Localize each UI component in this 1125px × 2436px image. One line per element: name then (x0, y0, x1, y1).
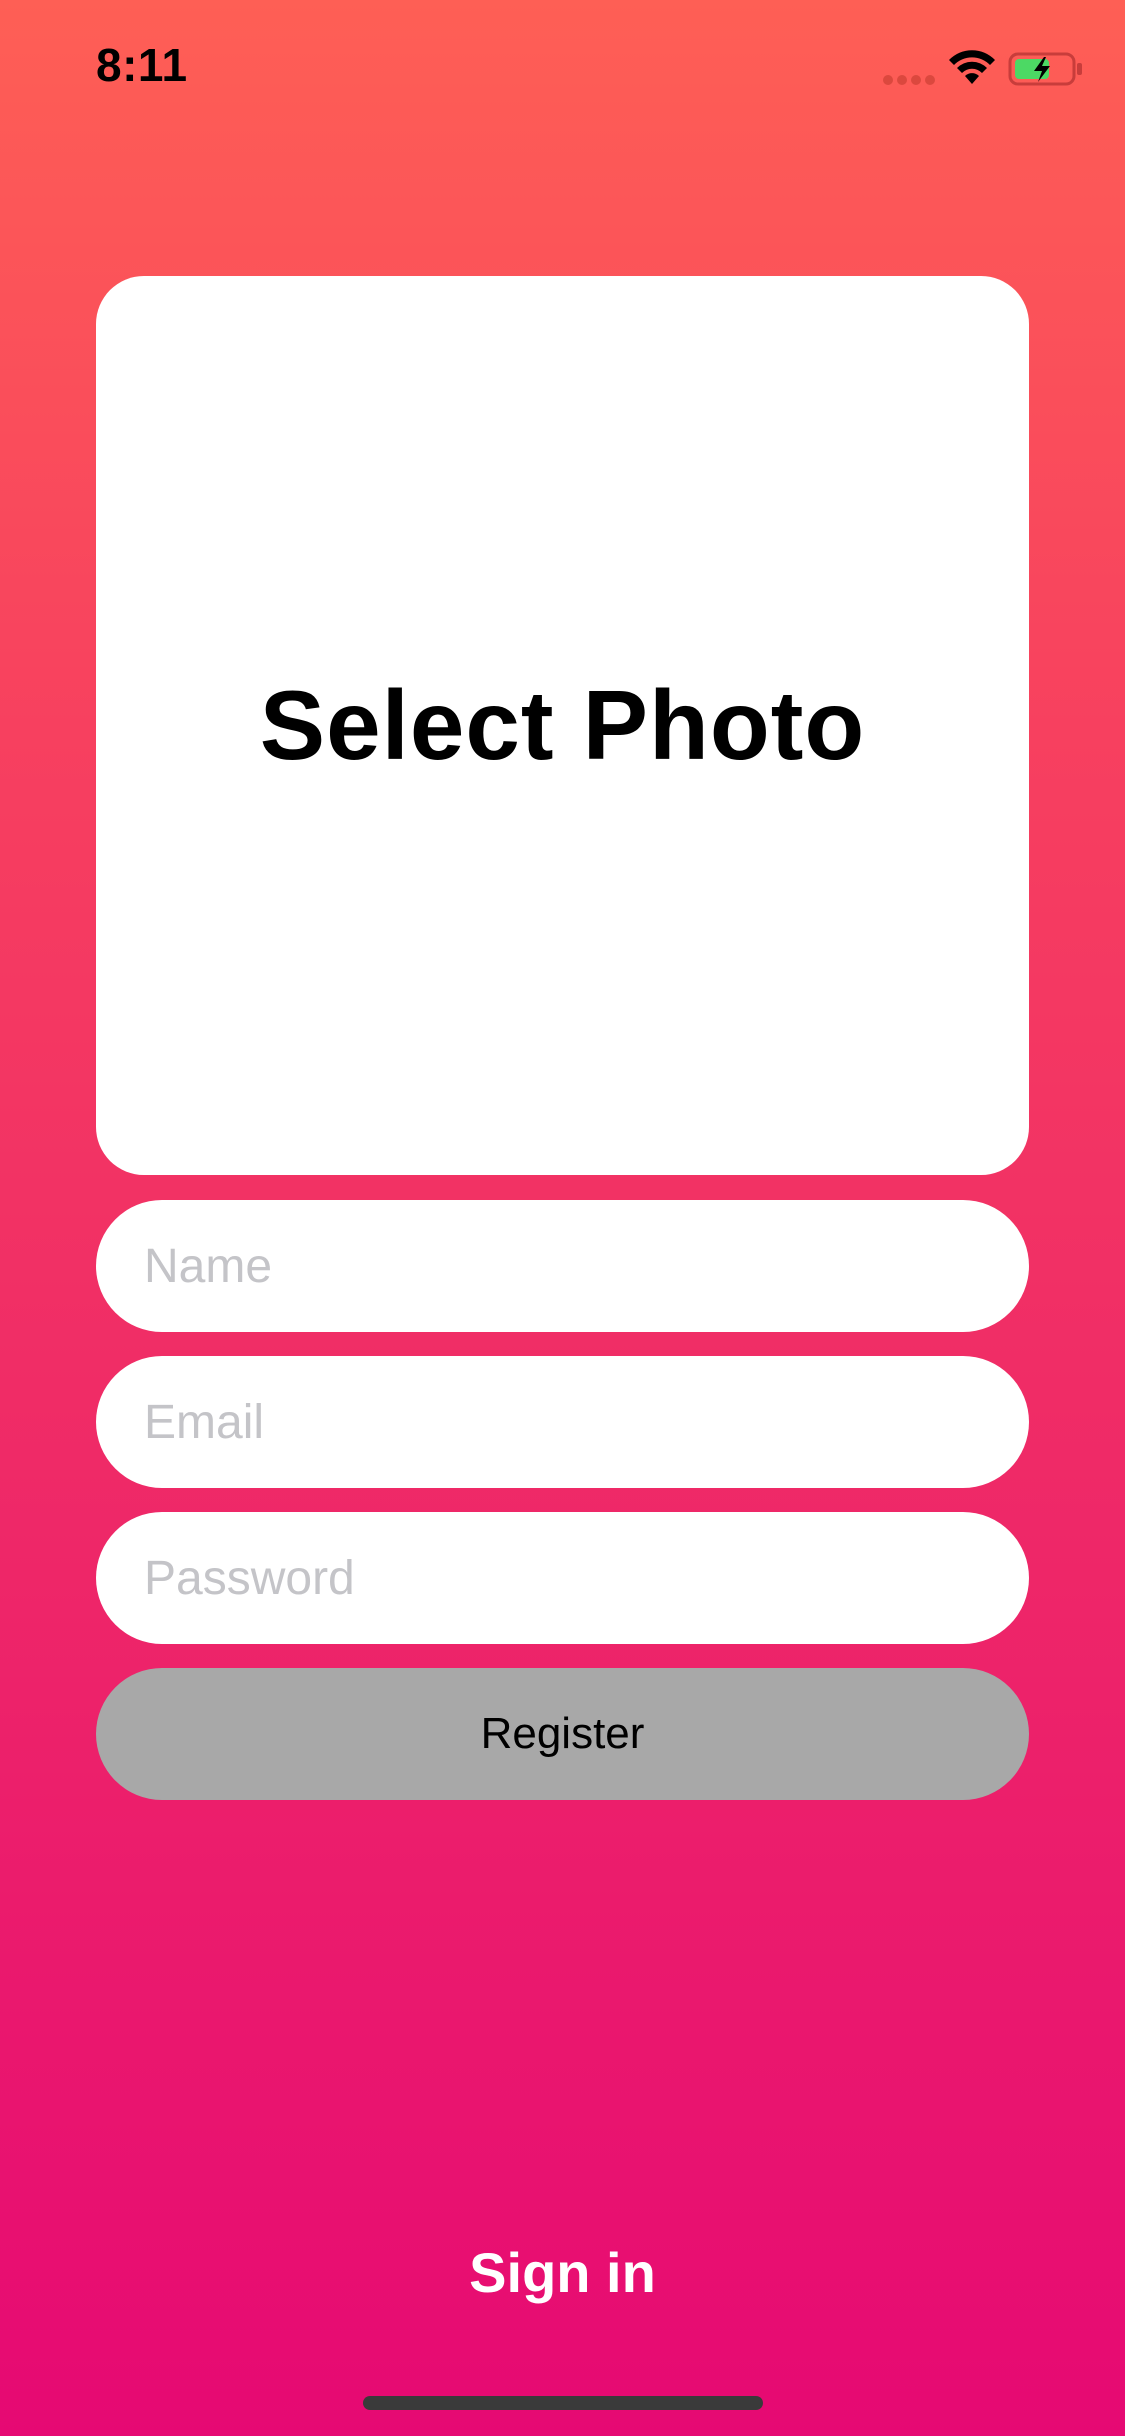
home-indicator[interactable] (363, 2396, 763, 2410)
select-photo-button[interactable]: Select Photo (96, 276, 1029, 1175)
status-bar: 8:11 (0, 0, 1125, 140)
register-screen: 8:11 Select Photo Register Sign in (0, 0, 1125, 2436)
select-photo-label: Select Photo (259, 670, 866, 780)
password-input[interactable] (96, 1512, 1029, 1644)
register-button-label: Register (480, 1709, 645, 1758)
sign-in-link[interactable]: Sign in (0, 2240, 1125, 2305)
wifi-icon (949, 50, 995, 84)
battery-charging-icon (1008, 52, 1082, 86)
register-button[interactable]: Register (96, 1668, 1029, 1800)
status-time: 8:11 (96, 39, 188, 91)
email-input[interactable] (96, 1356, 1029, 1488)
name-input[interactable] (96, 1200, 1029, 1332)
cellular-signal-icon (883, 75, 935, 85)
